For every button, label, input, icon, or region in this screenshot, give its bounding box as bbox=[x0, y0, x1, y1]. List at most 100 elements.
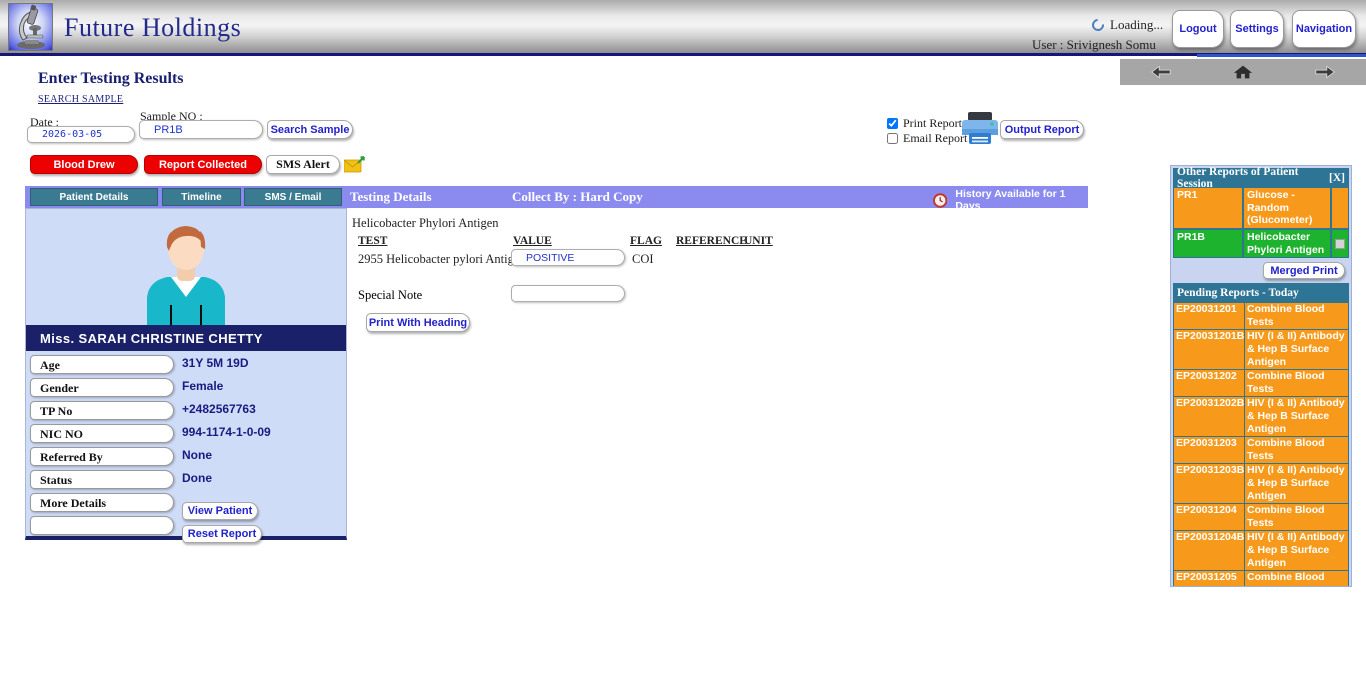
output-report-button[interactable]: Output Report bbox=[1000, 120, 1084, 139]
print-report-label: Print Report bbox=[903, 116, 962, 130]
printer-icon[interactable] bbox=[961, 112, 999, 145]
pending-report-name[interactable]: HIV (I & II) Antibody & Hep B Surface An… bbox=[1245, 464, 1348, 503]
other-report-id[interactable]: PR1 bbox=[1174, 188, 1242, 228]
pending-report-name[interactable]: HIV (I & II) Antibody & Hep B Surface An… bbox=[1245, 397, 1348, 436]
pending-report-id[interactable]: EP20031202 bbox=[1174, 370, 1244, 396]
report-collected-button[interactable]: Report Collected bbox=[144, 155, 262, 174]
section-title: Testing Details bbox=[350, 189, 432, 204]
other-report-name[interactable]: Glucose - Random (Glucometer) bbox=[1244, 188, 1330, 228]
pending-report-name[interactable]: HIV (I & II) Antibody & Hep B Surface An… bbox=[1245, 330, 1348, 369]
page-bottom-whitespace bbox=[0, 562, 1366, 678]
print-with-heading-button[interactable]: Print With Heading bbox=[366, 313, 470, 332]
patient-field-row: Age 31Y 5M 19D bbox=[26, 354, 346, 377]
pending-report-name[interactable]: Combine Blood Tests bbox=[1245, 303, 1348, 329]
settings-button[interactable]: Settings bbox=[1230, 10, 1284, 48]
pending-report-name[interactable]: Combine Blood Tests bbox=[1245, 437, 1348, 463]
pending-reports-table: EP20031201 Combine Blood Tests EP2003120… bbox=[1173, 302, 1349, 586]
collect-by-label: Collect By : Hard Copy bbox=[512, 189, 643, 204]
pending-report-row: EP20031201B HIV (I & II) Antibody & Hep … bbox=[1174, 330, 1348, 369]
pending-report-row: EP20031203 Combine Blood Tests bbox=[1174, 437, 1348, 463]
search-sample-link[interactable]: SEARCH SAMPLE bbox=[38, 94, 123, 105]
patient-avatar bbox=[26, 209, 346, 325]
forward-arrow-icon[interactable] bbox=[1314, 64, 1336, 80]
other-reports-table: PR1 Glucose - Random (Glucometer) PR1B H… bbox=[1173, 187, 1349, 258]
test-row-flag: COI bbox=[632, 252, 654, 266]
patient-field-label: NIC NO bbox=[30, 424, 174, 443]
column-header-flag: FLAG bbox=[630, 235, 662, 247]
tab-sms-email[interactable]: SMS / Email bbox=[244, 188, 342, 206]
other-report-name[interactable]: Helicobacter Phylori Antigen bbox=[1244, 230, 1330, 257]
home-icon[interactable] bbox=[1232, 64, 1254, 80]
pending-report-name[interactable]: HIV (I & II) Antibody & Hep B Surface An… bbox=[1245, 531, 1348, 570]
back-arrow-icon[interactable] bbox=[1150, 64, 1172, 80]
close-icon[interactable]: [X] bbox=[1329, 172, 1345, 184]
pending-report-id[interactable]: EP20031203B bbox=[1174, 464, 1244, 503]
pending-report-row: EP20031201 Combine Blood Tests bbox=[1174, 303, 1348, 329]
reports-side-panel: Other Reports of Patient Session [X] PR1… bbox=[1170, 165, 1352, 587]
patient-field-label: Referred By bbox=[30, 447, 174, 466]
pending-reports-header: Pending Reports - Today bbox=[1173, 283, 1349, 302]
other-reports-title: Other Reports of Patient Session bbox=[1177, 165, 1299, 190]
view-patient-button[interactable]: View Patient bbox=[182, 502, 258, 520]
special-note-input[interactable] bbox=[511, 285, 625, 302]
merged-print-button[interactable]: Merged Print bbox=[1263, 262, 1345, 279]
app-title: Future Holdings bbox=[64, 13, 242, 42]
print-report-option: Print Report bbox=[887, 116, 962, 131]
pending-report-id[interactable]: EP20031205 bbox=[1174, 571, 1244, 586]
sample-no-input[interactable] bbox=[139, 120, 263, 139]
pending-report-row: EP20031202B HIV (I & II) Antibody & Hep … bbox=[1174, 397, 1348, 436]
blood-drew-button[interactable]: Blood Drew bbox=[30, 155, 138, 174]
other-report-checkbox-cell bbox=[1332, 188, 1348, 228]
pending-report-row: EP20031202 Combine Blood Tests bbox=[1174, 370, 1348, 396]
reset-report-button[interactable]: Reset Report bbox=[182, 525, 262, 543]
search-sample-button[interactable]: Search Sample bbox=[267, 120, 353, 139]
navigation-button[interactable]: Navigation bbox=[1292, 10, 1356, 48]
pending-report-id[interactable]: EP20031201B bbox=[1174, 330, 1244, 369]
patient-field-value: Done bbox=[182, 471, 212, 485]
pending-report-row: EP20031204 Combine Blood Tests bbox=[1174, 504, 1348, 530]
pending-report-name[interactable]: Combine Blood Tests bbox=[1245, 370, 1348, 396]
patient-field-label: Age bbox=[30, 355, 174, 374]
test-value-input[interactable] bbox=[511, 249, 625, 266]
sms-alert-button[interactable]: SMS Alert bbox=[266, 155, 340, 174]
patient-field-value: 994-1174-1-0-09 bbox=[182, 425, 271, 439]
app-logo bbox=[8, 3, 53, 51]
pending-report-id[interactable]: EP20031201 bbox=[1174, 303, 1244, 329]
email-report-label: Email Report bbox=[903, 131, 968, 145]
pending-report-id[interactable]: EP20031202B bbox=[1174, 397, 1244, 436]
pending-report-row: EP20031204B HIV (I & II) Antibody & Hep … bbox=[1174, 531, 1348, 570]
pending-report-id[interactable]: EP20031204B bbox=[1174, 531, 1244, 570]
patient-field-value: 31Y 5M 19D bbox=[182, 356, 249, 370]
email-report-option: Email Report bbox=[887, 131, 967, 146]
patient-field-row: Status Done bbox=[26, 469, 346, 492]
page-root: Future Holdings Loading... User : Srivig… bbox=[0, 0, 1366, 678]
column-header-value: VALUE bbox=[513, 235, 552, 247]
patient-field-value: Female bbox=[182, 379, 224, 393]
patient-name: Miss. SARAH CHRISTINE CHETTY bbox=[26, 325, 346, 351]
history-note-text: History Available for 1 Days bbox=[955, 188, 1066, 212]
other-report-row: PR1 Glucose - Random (Glucometer) bbox=[1174, 188, 1348, 228]
merge-checkbox[interactable] bbox=[1335, 238, 1345, 249]
tab-timeline[interactable]: Timeline bbox=[162, 188, 241, 206]
mail-send-icon[interactable] bbox=[344, 156, 365, 173]
header-accent-underline bbox=[1197, 54, 1366, 57]
patient-field-row: NIC NO 994-1174-1-0-09 bbox=[26, 423, 346, 446]
date-input[interactable] bbox=[27, 126, 135, 143]
email-report-checkbox[interactable] bbox=[887, 133, 898, 144]
patient-panel: Miss. SARAH CHRISTINE CHETTY Age 31Y 5M … bbox=[25, 208, 347, 543]
logout-button[interactable]: Logout bbox=[1172, 10, 1224, 48]
other-report-id[interactable]: PR1B bbox=[1174, 230, 1242, 257]
other-report-row: PR1B Helicobacter Phylori Antigen bbox=[1174, 230, 1348, 257]
patient-field-label: TP No bbox=[30, 401, 174, 420]
other-report-checkbox-cell bbox=[1332, 230, 1348, 257]
pending-report-id[interactable]: EP20031204 bbox=[1174, 504, 1244, 530]
patient-field-row: Gender Female bbox=[26, 377, 346, 400]
loading-ring-icon bbox=[1089, 16, 1107, 34]
browser-nav-bar bbox=[1120, 59, 1366, 85]
print-report-checkbox[interactable] bbox=[887, 118, 898, 129]
pending-report-name[interactable]: Combine Blood Tests bbox=[1245, 504, 1348, 530]
pending-report-name[interactable]: Combine Blood Tests bbox=[1245, 571, 1348, 586]
pending-report-row: EP20031203B HIV (I & II) Antibody & Hep … bbox=[1174, 464, 1348, 503]
pending-report-id[interactable]: EP20031203 bbox=[1174, 437, 1244, 463]
tab-patient-details[interactable]: Patient Details bbox=[30, 188, 158, 206]
